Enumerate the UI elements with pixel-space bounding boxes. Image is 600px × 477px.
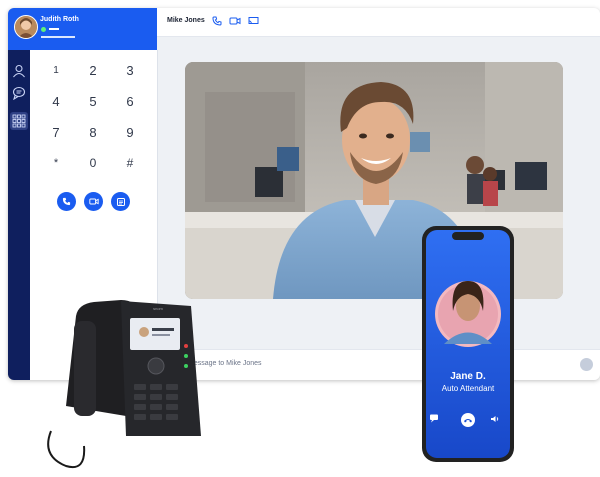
profile-name: Judith Roth xyxy=(40,16,79,23)
dialpad-actions xyxy=(30,192,157,211)
dial-key-1[interactable]: 1 xyxy=(38,55,74,85)
contact-name: Mike Jones xyxy=(167,17,205,24)
profile-header[interactable]: Judith Roth xyxy=(8,8,157,50)
send-button[interactable] xyxy=(580,358,593,371)
message-icon[interactable] xyxy=(429,413,439,423)
chat-icon xyxy=(12,86,26,100)
mobile-phone-incoming-call: Jane D. Auto Attendant xyxy=(420,226,516,462)
dialpad-icon xyxy=(12,114,26,128)
video-icon[interactable] xyxy=(229,16,241,26)
messages-nav-button[interactable] xyxy=(10,84,28,102)
dial-key-6[interactable]: 6 xyxy=(112,86,148,116)
video-icon xyxy=(88,198,99,205)
dial-key-4[interactable]: 4 xyxy=(38,86,74,116)
end-call-icon[interactable] xyxy=(463,415,473,425)
dial-key-3[interactable]: 3 xyxy=(112,55,148,85)
dial-key-7[interactable]: 7 xyxy=(38,117,74,147)
voice-call-button[interactable] xyxy=(57,192,76,211)
message-composer[interactable]: message to Mike Jones xyxy=(157,349,600,380)
dial-key-8[interactable]: 8 xyxy=(75,117,111,147)
contacts-nav-button[interactable] xyxy=(10,62,28,80)
voicemail-icon xyxy=(116,197,125,206)
conversation-header: Mike Jones xyxy=(157,8,600,37)
profile-extension-placeholder xyxy=(41,36,75,38)
video-call-button[interactable] xyxy=(84,192,103,211)
online-status-indicator xyxy=(41,27,46,32)
user-icon xyxy=(13,64,25,78)
dial-key-0[interactable]: 0 xyxy=(75,148,111,178)
dial-key-hash[interactable]: # xyxy=(112,148,148,178)
user-avatar[interactable] xyxy=(14,15,38,39)
status-text-placeholder xyxy=(49,28,59,30)
speaker-icon[interactable] xyxy=(490,414,500,424)
left-nav-rail xyxy=(8,50,30,380)
dial-key-9[interactable]: 9 xyxy=(112,117,148,147)
deskphone-brand: snom xyxy=(153,306,163,311)
desk-ip-phone: snom xyxy=(46,296,206,472)
dial-key-5[interactable]: 5 xyxy=(75,86,111,116)
phone-icon[interactable] xyxy=(212,16,222,26)
caller-subtitle: Auto Attendant xyxy=(441,384,495,393)
dial-key-star[interactable]: * xyxy=(38,148,74,178)
voicemail-button[interactable] xyxy=(111,192,130,211)
screen-share-icon[interactable] xyxy=(248,16,259,26)
phone-icon xyxy=(62,197,71,206)
caller-name: Jane D. xyxy=(450,371,486,382)
dialpad-nav-button[interactable] xyxy=(10,112,28,130)
dial-key-2[interactable]: 2 xyxy=(75,55,111,85)
